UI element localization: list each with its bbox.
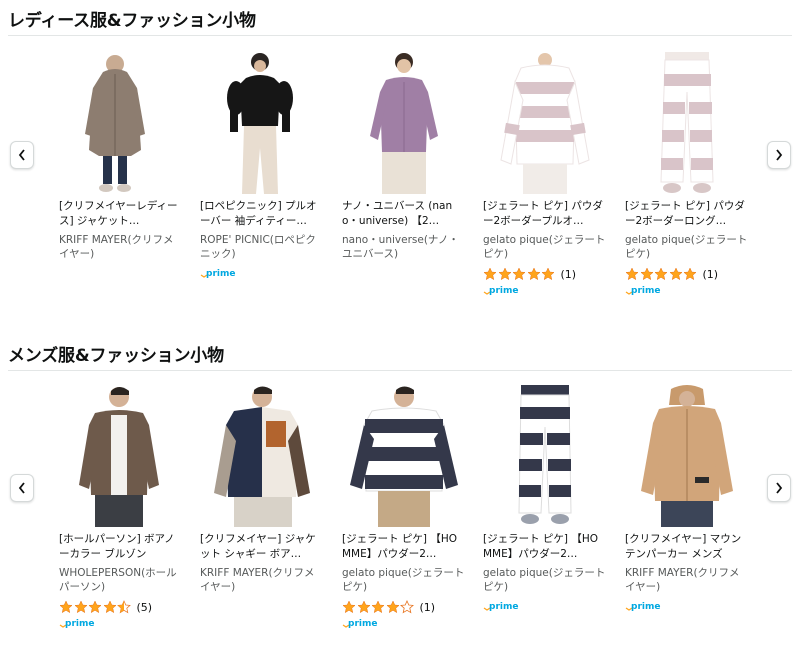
svg-text:prime: prime bbox=[631, 602, 660, 611]
product-image[interactable] bbox=[59, 385, 185, 527]
product-title[interactable]: [クリフメイヤーレディース] ジャケット… bbox=[59, 199, 181, 229]
svg-text:prime: prime bbox=[348, 619, 377, 628]
svg-text:prime: prime bbox=[65, 619, 94, 628]
carousel-prev-button[interactable] bbox=[10, 474, 34, 502]
chevron-right-icon bbox=[776, 149, 783, 161]
rating-count[interactable]: (1) bbox=[420, 601, 436, 614]
product-brand: gelato pique(ジェラート ピケ) bbox=[342, 567, 465, 593]
carousel-prev-button[interactable] bbox=[10, 141, 34, 169]
rating-stars bbox=[59, 600, 132, 614]
rating-count[interactable]: (5) bbox=[137, 601, 153, 614]
svg-text:prime: prime bbox=[206, 269, 235, 278]
product-title[interactable]: ナノ・ユニバース (nano・universe) 【2… bbox=[342, 199, 464, 229]
star-full-icon bbox=[497, 267, 512, 281]
rating-count[interactable]: (1) bbox=[703, 268, 719, 281]
star-full-icon bbox=[102, 600, 117, 614]
carousel-next-button[interactable] bbox=[767, 141, 791, 169]
star-full-icon bbox=[342, 600, 356, 614]
section-title: メンズ服&ファッション小物 bbox=[8, 346, 224, 366]
star-full-icon bbox=[668, 267, 683, 281]
chevron-left-icon bbox=[18, 149, 25, 161]
divider bbox=[8, 370, 792, 371]
prime-logo-icon: prime bbox=[483, 602, 518, 611]
product-image[interactable] bbox=[342, 385, 468, 527]
product-title[interactable]: [ジェラート ピケ] パウダー2ボーダープルオ… bbox=[483, 199, 605, 229]
product-brand: gelato pique(ジェラート ピケ) bbox=[483, 234, 606, 260]
product-brand: WHOLEPERSON(ホールパーソン) bbox=[59, 567, 177, 593]
star-full-icon bbox=[356, 600, 371, 614]
star-full-icon bbox=[526, 267, 541, 281]
star-full-icon bbox=[73, 600, 88, 614]
star-half-icon bbox=[117, 600, 131, 614]
star-rating[interactable]: (1) bbox=[625, 266, 718, 282]
rating-count[interactable]: (1) bbox=[561, 268, 577, 281]
star-full-icon bbox=[639, 267, 654, 281]
product-title[interactable]: [ジェラート ピケ] パウダー2ボーダーロング… bbox=[625, 199, 747, 229]
star-full-icon bbox=[541, 267, 555, 281]
product-image[interactable] bbox=[483, 385, 609, 527]
carousel-next-button[interactable] bbox=[767, 474, 791, 502]
prime-badge: prime bbox=[625, 285, 661, 295]
prime-badge: prime bbox=[625, 601, 661, 611]
product-image[interactable] bbox=[342, 52, 468, 194]
prime-logo-icon: prime bbox=[59, 619, 94, 628]
star-rating[interactable]: (5) bbox=[59, 599, 152, 615]
prime-badge: prime bbox=[59, 618, 95, 628]
product-image[interactable] bbox=[625, 52, 751, 194]
star-full-icon bbox=[385, 600, 400, 614]
star-full-icon bbox=[371, 600, 385, 614]
section-title: レディース服&ファッション小物 bbox=[8, 11, 256, 31]
product-brand: ROPE' PICNIC(ロペピクニック) bbox=[200, 234, 316, 260]
star-full-icon bbox=[88, 600, 102, 614]
star-full-icon bbox=[683, 267, 697, 281]
product-brand: gelato pique(ジェラート ピケ) bbox=[625, 234, 748, 260]
carousel-mens: メンズ服&ファッション小物 [ホールパーソン] ボアノーカラー ブルゾン WHO… bbox=[0, 335, 800, 664]
product-brand: KRIFF MAYER(クリフメイヤー) bbox=[59, 234, 174, 260]
svg-text:prime: prime bbox=[489, 602, 518, 611]
star-empty-icon bbox=[400, 600, 414, 614]
chevron-left-icon bbox=[18, 482, 25, 494]
product-brand: gelato pique(ジェラート ピケ) bbox=[483, 567, 606, 593]
rating-stars bbox=[342, 600, 415, 614]
prime-logo-icon: prime bbox=[625, 602, 660, 611]
prime-badge: prime bbox=[483, 285, 519, 295]
rating-stars bbox=[483, 267, 556, 281]
star-full-icon bbox=[59, 600, 73, 614]
svg-text:prime: prime bbox=[489, 286, 518, 295]
product-title[interactable]: [ジェラート ピケ] 【HOMME】パウダー2… bbox=[483, 532, 605, 562]
product-title[interactable]: [ホールパーソン] ボアノーカラー ブルゾン bbox=[59, 532, 181, 562]
product-image[interactable] bbox=[483, 52, 609, 194]
star-full-icon bbox=[654, 267, 668, 281]
product-title[interactable]: [ジェラート ピケ] 【HOMME】パウダー2… bbox=[342, 532, 464, 562]
product-brand: KRIFF MAYER(クリフメイヤー) bbox=[200, 567, 315, 593]
product-image[interactable] bbox=[200, 52, 326, 194]
product-image[interactable] bbox=[625, 385, 751, 527]
product-title[interactable]: [クリフメイヤー] マウンテンパーカー メンズ bbox=[625, 532, 747, 562]
rating-stars bbox=[625, 267, 698, 281]
product-title[interactable]: [クリフメイヤー] ジャケット シャギー ボア… bbox=[200, 532, 322, 562]
star-full-icon bbox=[625, 267, 639, 281]
star-full-icon bbox=[512, 267, 526, 281]
star-rating[interactable]: (1) bbox=[342, 599, 435, 615]
prime-badge: prime bbox=[200, 268, 236, 278]
star-rating[interactable]: (1) bbox=[483, 266, 576, 282]
prime-badge: prime bbox=[342, 618, 378, 628]
prime-logo-icon: prime bbox=[200, 269, 235, 278]
svg-text:prime: prime bbox=[631, 286, 660, 295]
prime-logo-icon: prime bbox=[625, 286, 660, 295]
chevron-right-icon bbox=[776, 482, 783, 494]
prime-logo-icon: prime bbox=[483, 286, 518, 295]
star-full-icon bbox=[483, 267, 497, 281]
product-brand: nano・universe(ナノ・ユニバース) bbox=[342, 234, 459, 260]
prime-logo-icon: prime bbox=[342, 619, 377, 628]
product-brand: KRIFF MAYER(クリフメイヤー) bbox=[625, 567, 740, 593]
carousel-womens: レディース服&ファッション小物 [クリフメイヤーレディース] ジャケット… KR… bbox=[0, 0, 800, 320]
product-image[interactable] bbox=[200, 385, 326, 527]
prime-badge: prime bbox=[483, 601, 519, 611]
product-image[interactable] bbox=[59, 52, 185, 194]
divider bbox=[8, 35, 792, 36]
product-title[interactable]: [ロペピクニック] プルオーバー 袖ディティー… bbox=[200, 199, 322, 229]
